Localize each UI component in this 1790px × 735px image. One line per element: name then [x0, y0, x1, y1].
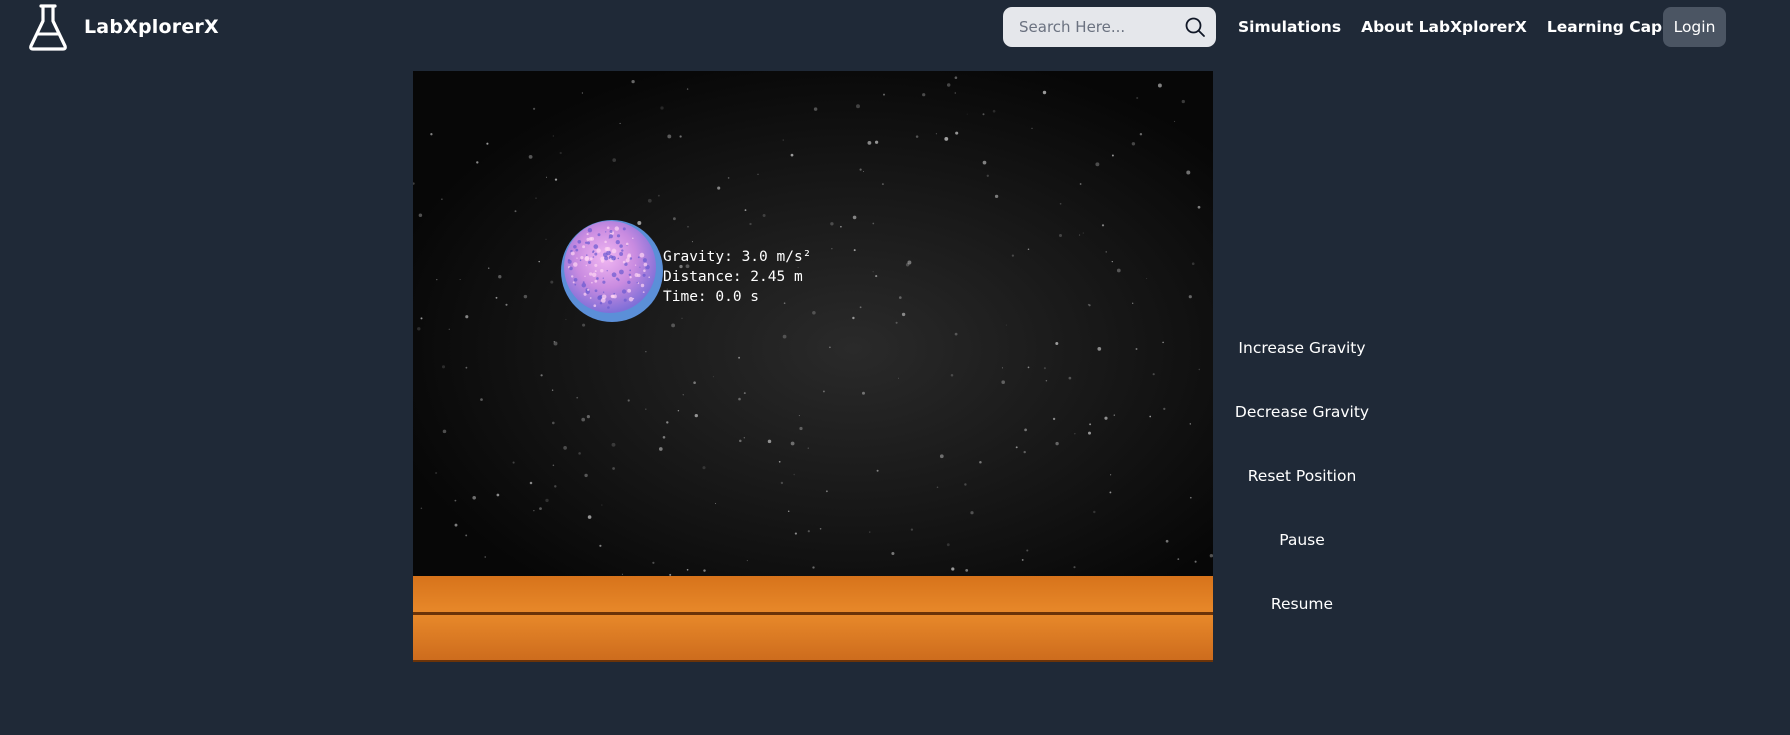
gravity-readout: Gravity: 3.0 m/s² [663, 249, 812, 265]
search-input[interactable] [1003, 7, 1189, 47]
nav-about[interactable]: About LabXplorerX [1361, 18, 1527, 36]
floor-plank-line [413, 612, 1213, 615]
simulation-canvas[interactable]: Gravity: 3.0 m/s² Distance: 2.45 m Time: 0… [413, 71, 1213, 671]
login-button[interactable]: Login [1663, 7, 1726, 47]
wooden-floor [413, 576, 1213, 671]
brand-name: LabXplorerX [84, 16, 219, 38]
falling-ball[interactable] [559, 218, 665, 324]
distance-readout: Distance: 2.45 m [663, 269, 803, 285]
pause-button[interactable]: Pause [1230, 512, 1374, 576]
reset-position-button[interactable]: Reset Position [1230, 448, 1374, 512]
floor-gap [413, 662, 1213, 671]
nav-simulations[interactable]: Simulations [1238, 18, 1341, 36]
flask-icon [29, 4, 67, 51]
controls-panel: Increase Gravity Decrease Gravity Reset … [1230, 320, 1374, 640]
increase-gravity-button[interactable]: Increase Gravity [1230, 320, 1374, 384]
simulation-readout: Gravity: 3.0 m/s² Distance: 2.45 m Time: 0… [663, 247, 811, 307]
time-readout: Time: 0.0 s [663, 289, 760, 305]
decrease-gravity-button[interactable]: Decrease Gravity [1230, 384, 1374, 448]
nav-links: Simulations About LabXplorerX Learning C… [1238, 7, 1727, 47]
space-background [413, 71, 1213, 576]
resume-button[interactable]: Resume [1230, 576, 1374, 640]
brand[interactable]: LabXplorerX [28, 2, 219, 52]
search-icon[interactable] [1184, 16, 1206, 38]
navbar: LabXplorerX Simulations About LabXplorer… [0, 0, 1790, 54]
search-box [1003, 7, 1216, 47]
